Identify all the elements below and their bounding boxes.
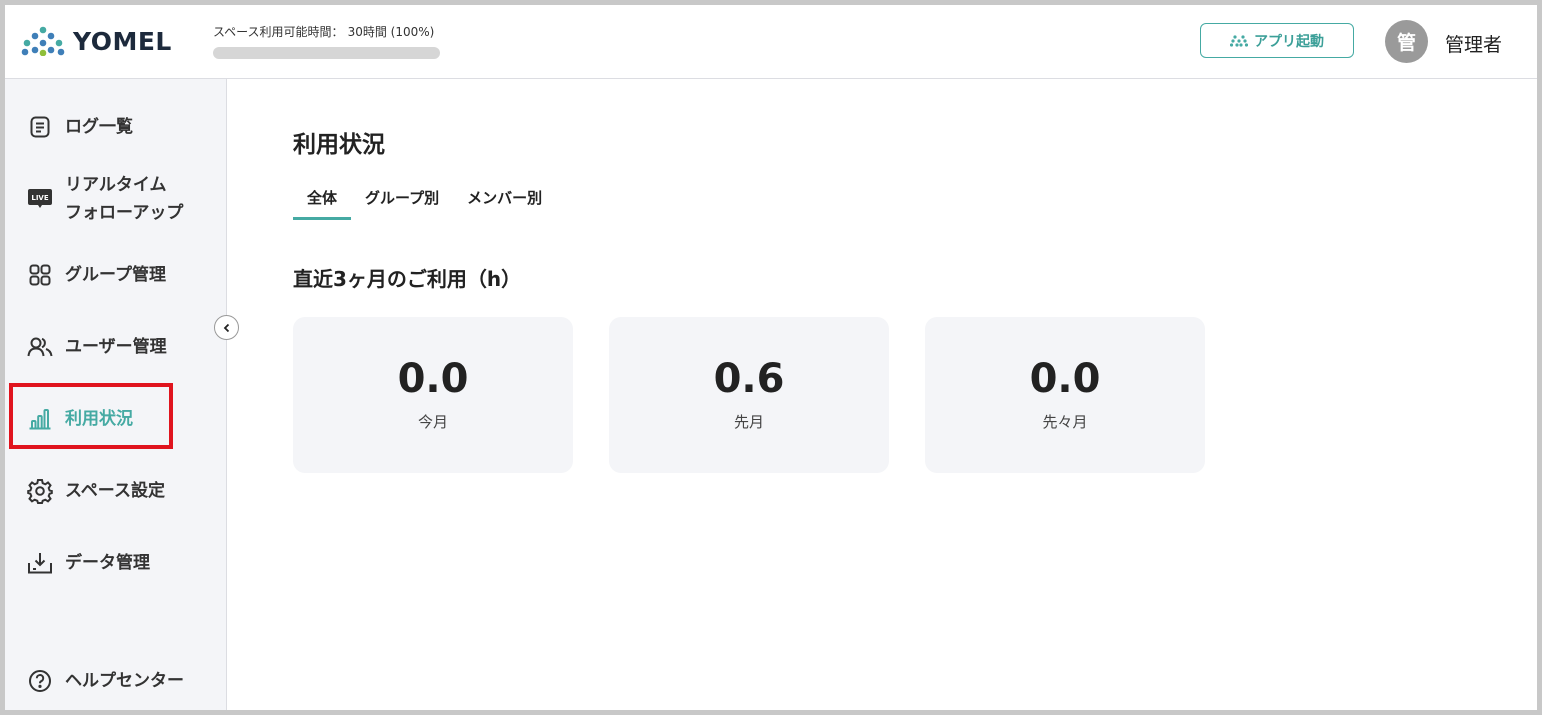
usage-value: 0.6 xyxy=(713,356,785,402)
sidebar-item-realtime-followup[interactable]: LIVE リアルタイム フォローアップ xyxy=(5,171,227,227)
usage-card-last-month: 0.6 先月 xyxy=(609,317,889,473)
sidebar-item-label: スペース設定 xyxy=(65,481,165,501)
usage-card-this-month: 0.0 今月 xyxy=(293,317,573,473)
space-usage-progress-fill xyxy=(213,47,440,59)
chevron-left-icon xyxy=(223,323,229,332)
sidebar-item-label: データ管理 xyxy=(65,553,150,573)
space-usage: スペース利用可能時間： 30時間 (100%) xyxy=(213,23,440,59)
yomel-logo-icon xyxy=(21,26,65,56)
sidebar-item-label: リアルタイム xyxy=(65,175,167,195)
usage-value: 0.0 xyxy=(1029,356,1101,402)
usage-cards: 0.0 今月 0.6 先月 0.0 先々月 xyxy=(293,317,1205,473)
page-title: 利用状況 xyxy=(293,132,385,158)
tab-overall[interactable]: 全体 xyxy=(293,185,352,220)
users-icon xyxy=(27,334,53,360)
grid-icon xyxy=(27,262,53,288)
help-icon xyxy=(27,668,53,694)
tab-by-group[interactable]: グループ別 xyxy=(351,185,453,220)
avatar[interactable]: 管 xyxy=(1385,20,1428,63)
sidebar-item-groups[interactable]: グループ管理 xyxy=(5,261,227,289)
sidebar-item-data-management[interactable]: データ管理 xyxy=(5,549,227,577)
space-usage-label: スペース利用可能時間： xyxy=(213,25,344,39)
space-usage-progress-bar xyxy=(213,47,440,59)
usage-label: 先々月 xyxy=(1042,413,1088,431)
launch-app-button[interactable]: アプリ起動 xyxy=(1200,23,1354,58)
brand-name: YOMEL xyxy=(73,26,172,56)
sidebar-item-label-line2: フォローアップ xyxy=(65,203,184,223)
app-window: YOMEL スペース利用可能時間： 30時間 (100%) アプリ起動 管 管理者 xyxy=(5,5,1537,710)
section-title: 直近3ヶ月のご利用（h） xyxy=(293,267,522,291)
usage-card-two-months-ago: 0.0 先々月 xyxy=(925,317,1205,473)
brand-logo[interactable]: YOMEL xyxy=(21,25,172,57)
sidebar-item-label: ヘルプセンター xyxy=(65,671,184,691)
sidebar-item-help-center[interactable]: ヘルプセンター xyxy=(5,667,227,695)
bar-chart-icon xyxy=(27,406,53,432)
main-content: 利用状況 全体 グループ別 メンバー別 直近3ヶ月のご利用（h） 0.0 今月 … xyxy=(228,79,1537,710)
launch-app-label: アプリ起動 xyxy=(1254,33,1324,50)
svg-text:LIVE: LIVE xyxy=(31,194,48,202)
top-header: YOMEL スペース利用可能時間： 30時間 (100%) アプリ起動 管 管理者 xyxy=(5,5,1537,79)
user-name[interactable]: 管理者 xyxy=(1445,30,1502,57)
sidebar-item-label: ユーザー管理 xyxy=(65,337,167,357)
sidebar-item-label: 利用状況 xyxy=(65,409,133,429)
sidebar: ログ一覧 LIVE リアルタイム フォローアップ グループ管理 ユーザー管理 利… xyxy=(5,79,227,710)
app-logo-icon xyxy=(1230,34,1248,47)
gear-icon xyxy=(27,478,53,504)
download-icon xyxy=(27,550,53,576)
sidebar-item-logs[interactable]: ログ一覧 xyxy=(5,113,227,141)
usage-tabs: 全体 グループ別 メンバー別 xyxy=(293,185,556,220)
usage-label: 今月 xyxy=(417,413,448,431)
sidebar-item-label: グループ管理 xyxy=(65,265,166,285)
sidebar-item-space-settings[interactable]: スペース設定 xyxy=(5,477,227,505)
document-list-icon xyxy=(27,114,53,140)
sidebar-item-users[interactable]: ユーザー管理 xyxy=(5,333,227,361)
space-usage-value: 30時間 (100%) xyxy=(347,25,435,39)
sidebar-collapse-button[interactable] xyxy=(214,315,239,340)
sidebar-item-usage[interactable]: 利用状況 xyxy=(5,405,227,433)
live-icon: LIVE xyxy=(27,186,53,212)
tab-by-member[interactable]: メンバー別 xyxy=(453,185,556,220)
sidebar-item-label: ログ一覧 xyxy=(65,117,133,137)
usage-label: 先月 xyxy=(733,413,764,431)
usage-value: 0.0 xyxy=(397,356,469,402)
